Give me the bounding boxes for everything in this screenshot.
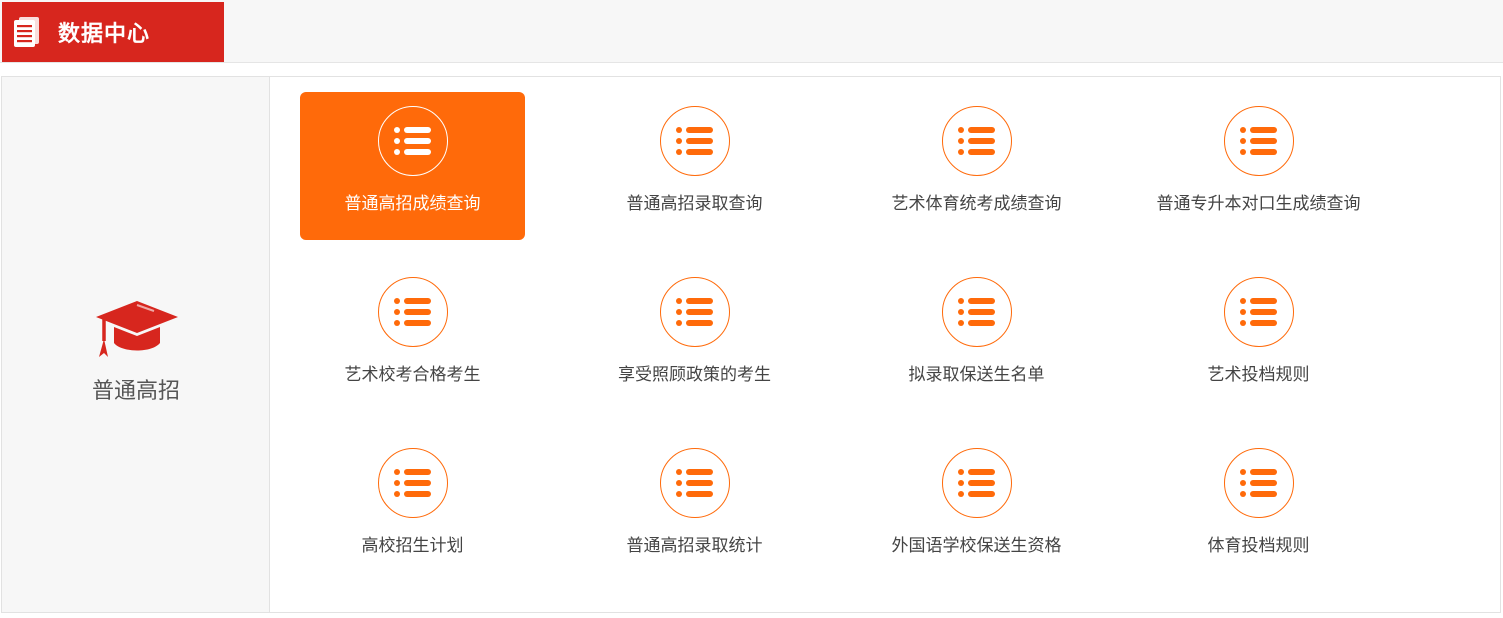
- icon-circle: [377, 448, 448, 518]
- icon-circle: [659, 277, 730, 347]
- icon-circle: [941, 106, 1012, 176]
- query-item-label: 外国语学校保送生资格: [891, 536, 1062, 556]
- list-icon: [1239, 469, 1277, 497]
- query-item-label: 享受照顾政策的考生: [618, 365, 771, 385]
- list-icon: [675, 469, 713, 497]
- query-item[interactable]: 艺术投档规则: [1146, 263, 1371, 411]
- icon-circle: [659, 106, 730, 176]
- category-sidebar[interactable]: 普通高招: [2, 77, 270, 612]
- query-item[interactable]: 艺术校考合格考生: [300, 263, 525, 411]
- query-item-label: 艺术校考合格考生: [344, 365, 481, 385]
- list-icon: [393, 469, 431, 497]
- icon-circle: [1223, 448, 1294, 518]
- query-item[interactable]: 外国语学校保送生资格: [864, 434, 1089, 582]
- query-item[interactable]: 拟录取保送生名单: [864, 263, 1089, 411]
- data-panel: 普通高招 普通高招成绩查询 普通高招录取查询 艺术体育统考成绩查询 普通专升本对口生成…: [1, 76, 1501, 613]
- icon-circle: [1223, 277, 1294, 347]
- list-icon: [675, 298, 713, 326]
- list-icon: [957, 469, 995, 497]
- category-label: 普通高招: [91, 379, 180, 404]
- query-item[interactable]: 艺术体育统考成绩查询: [864, 92, 1089, 240]
- query-item[interactable]: 普通专升本对口生成绩查询: [1146, 92, 1371, 240]
- list-icon: [957, 298, 995, 326]
- query-item-label: 拟录取保送生名单: [908, 365, 1045, 385]
- list-icon: [393, 298, 431, 326]
- list-icon: [957, 127, 995, 155]
- query-item-label: 普通高招录取查询: [626, 194, 763, 214]
- query-item-label: 艺术体育统考成绩查询: [891, 194, 1062, 214]
- page-title: 数据中心: [58, 22, 151, 47]
- graduation-cap-icon: [96, 301, 178, 357]
- query-item[interactable]: 普通高招录取统计: [582, 434, 807, 582]
- icon-circle: [377, 106, 448, 176]
- query-item-label: 普通高招成绩查询: [344, 194, 481, 214]
- list-icon: [393, 127, 431, 155]
- query-item-label: 普通专升本对口生成绩查询: [1156, 194, 1361, 214]
- icon-circle: [941, 277, 1012, 347]
- icon-circle: [1223, 106, 1294, 176]
- icon-circle: [377, 277, 448, 347]
- list-icon: [1239, 298, 1277, 326]
- query-item-label: 高校招生计划: [361, 536, 464, 556]
- icon-circle: [659, 448, 730, 518]
- top-bar: 数据中心: [0, 0, 1503, 63]
- data-center-tab[interactable]: 数据中心: [2, 2, 224, 62]
- query-item[interactable]: 高校招生计划: [300, 434, 525, 582]
- query-item[interactable]: 普通高招成绩查询: [300, 92, 525, 240]
- query-item-label: 体育投档规则: [1207, 536, 1310, 556]
- query-item[interactable]: 普通高招录取查询: [582, 92, 807, 240]
- list-icon: [1239, 127, 1277, 155]
- icon-circle: [941, 448, 1012, 518]
- query-item-label: 普通高招录取统计: [626, 536, 763, 556]
- query-item[interactable]: 体育投档规则: [1146, 434, 1371, 582]
- document-icon: [14, 17, 39, 47]
- query-item[interactable]: 享受照顾政策的考生: [582, 263, 807, 411]
- list-icon: [675, 127, 713, 155]
- query-item-label: 艺术投档规则: [1207, 365, 1310, 385]
